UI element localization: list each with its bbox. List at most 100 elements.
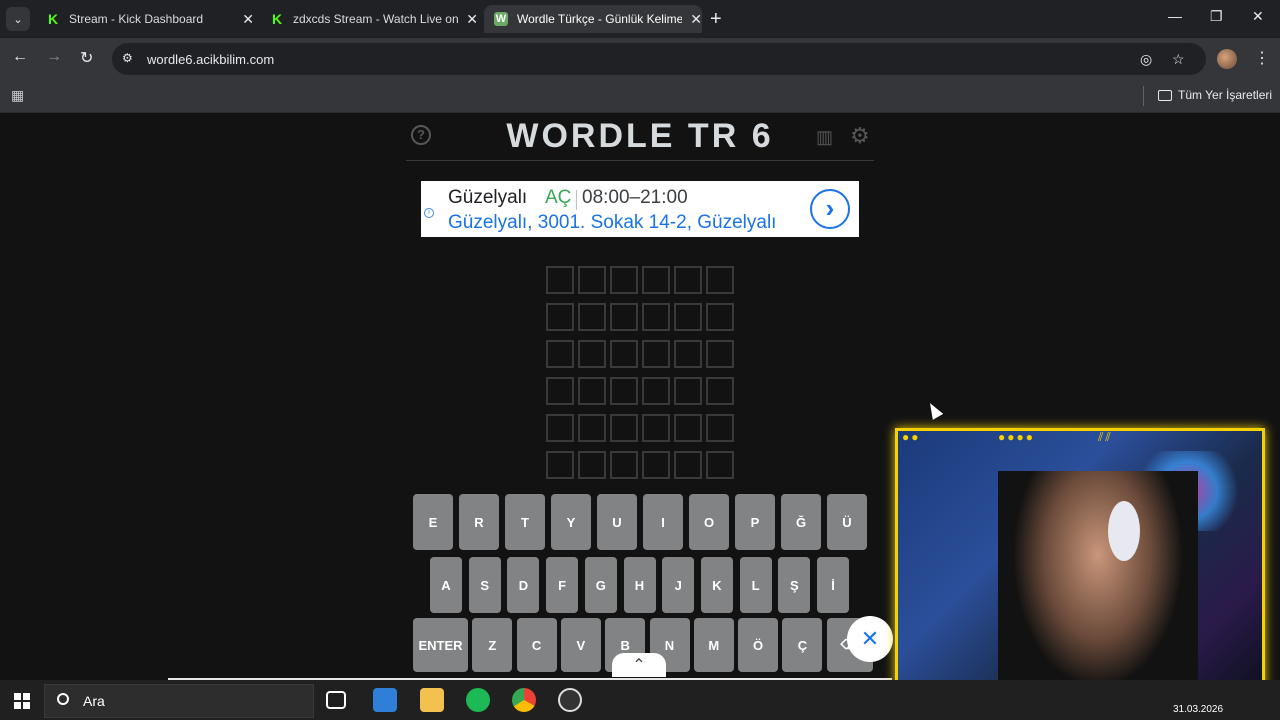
- stats-icon[interactable]: ▥: [816, 127, 833, 148]
- grid-tile: [610, 414, 638, 442]
- apps-grid-icon[interactable]: ▦: [11, 87, 24, 104]
- task-view-icon[interactable]: [326, 691, 346, 709]
- grid-tile: [578, 340, 606, 368]
- grid-tile: [578, 414, 606, 442]
- chevron-right-icon[interactable]: ›: [810, 189, 850, 229]
- settings-gear-icon[interactable]: ⚙: [850, 123, 870, 149]
- key-ç[interactable]: Ç: [782, 618, 823, 672]
- new-tab-button[interactable]: +: [710, 8, 722, 31]
- enter-key[interactable]: ENTER: [413, 618, 468, 672]
- frame-dots-mid: ●●●●: [998, 430, 1035, 444]
- key-k[interactable]: K: [700, 557, 733, 613]
- grid-tile: [546, 377, 574, 405]
- ad-info-icon[interactable]: i: [424, 208, 434, 218]
- search-icon: [57, 693, 69, 705]
- store-app-icon[interactable]: [373, 688, 397, 712]
- help-icon[interactable]: ?: [411, 125, 431, 145]
- key-u[interactable]: U: [597, 494, 637, 550]
- key-a[interactable]: A: [430, 557, 462, 613]
- close-icon[interactable]: ✕: [847, 616, 893, 662]
- search-placeholder: Ara: [83, 693, 105, 709]
- headset-icon: [1108, 501, 1140, 561]
- grid-tile: [642, 377, 670, 405]
- key-v[interactable]: V: [560, 618, 601, 672]
- key-f[interactable]: F: [546, 557, 579, 613]
- key-z[interactable]: Z: [472, 618, 513, 672]
- key-g[interactable]: G: [584, 557, 617, 613]
- key-r[interactable]: R: [459, 494, 499, 550]
- key-ö[interactable]: Ö: [738, 618, 779, 672]
- grid-tile: [706, 451, 734, 479]
- address-bar[interactable]: ⚙ wordle6.acikbilim.com ◎ ☆: [112, 43, 1206, 75]
- browser-tab[interactable]: Kzdxcds Stream - Watch Live on ✕: [260, 5, 478, 33]
- bookmark-star-icon[interactable]: ☆: [1172, 51, 1185, 68]
- chrome-icon[interactable]: [512, 688, 536, 712]
- grid-tile: [706, 303, 734, 331]
- key-m[interactable]: M: [693, 618, 734, 672]
- taskbar-search[interactable]: Ara: [44, 684, 314, 718]
- maximize-icon[interactable]: ❐: [1210, 8, 1223, 25]
- ad-hours: 08:00–21:00: [582, 187, 688, 208]
- menu-dots-icon[interactable]: ⋮: [1254, 48, 1270, 68]
- key-l[interactable]: L: [739, 557, 772, 613]
- grid-tile: [674, 451, 702, 479]
- key-c[interactable]: C: [516, 618, 557, 672]
- key-d[interactable]: D: [507, 557, 540, 613]
- profile-avatar[interactable]: [1217, 49, 1237, 69]
- key-o[interactable]: O: [689, 494, 729, 550]
- key-y[interactable]: Y: [551, 494, 591, 550]
- key-h[interactable]: H: [623, 557, 656, 613]
- key-p[interactable]: P: [735, 494, 775, 550]
- chevron-up-icon[interactable]: ⌃: [612, 653, 666, 677]
- close-tab-icon[interactable]: ✕: [690, 11, 702, 28]
- site-info-icon[interactable]: ⚙: [122, 51, 133, 65]
- tab-favicon-icon: K: [271, 11, 283, 27]
- webcam-overlay: ●● ●●●● ⫽⫽ K 6: [895, 428, 1265, 706]
- grid-tile: [578, 303, 606, 331]
- grid-tile: [706, 414, 734, 442]
- ad-banner[interactable]: i Güzelyalı AÇ 08:00–21:00 Güzelyalı, 30…: [421, 181, 859, 237]
- reload-icon[interactable]: ↻: [80, 48, 93, 68]
- tab-strip: ⌄ K Stream - Kick Dashboard ✕ Kzdxcds Strea…: [0, 0, 1280, 38]
- grid-tile: [642, 303, 670, 331]
- tab-search-button[interactable]: ⌄: [6, 7, 30, 31]
- ad-divider: [576, 190, 577, 210]
- minimize-icon[interactable]: —: [1168, 8, 1182, 24]
- tab-title: Wordle Türkçe - Günlük Kelime: [517, 12, 683, 26]
- close-window-icon[interactable]: ✕: [1252, 8, 1264, 25]
- url-text[interactable]: wordle6.acikbilim.com: [147, 52, 274, 67]
- key-ğ[interactable]: Ğ: [781, 494, 821, 550]
- frame-dots-left: ●●: [902, 430, 921, 444]
- ad-address-link[interactable]: Güzelyalı, 3001. Sokak 14-2, Güzelyalı: [448, 212, 776, 234]
- frame-stripes: ⫽⫽: [1098, 430, 1113, 444]
- close-tab-icon[interactable]: ✕: [242, 11, 254, 28]
- grid-tile: [706, 340, 734, 368]
- grid-tile: [674, 303, 702, 331]
- key-e[interactable]: E: [413, 494, 453, 550]
- close-tab-icon[interactable]: ✕: [466, 11, 478, 28]
- key-t[interactable]: T: [505, 494, 545, 550]
- all-bookmarks-folder[interactable]: Tüm Yer İşaretleri: [1158, 88, 1272, 102]
- obs-icon[interactable]: [558, 688, 582, 712]
- key-i[interactable]: I: [643, 494, 683, 550]
- key-ü[interactable]: Ü: [827, 494, 867, 550]
- spotify-icon[interactable]: [466, 688, 490, 712]
- eye-off-icon[interactable]: ◎: [1140, 51, 1152, 68]
- key-s[interactable]: S: [468, 557, 501, 613]
- back-icon[interactable]: ←: [12, 48, 28, 66]
- grid-tile: [642, 451, 670, 479]
- tab-title: Stream - Kick Dashboard: [69, 12, 204, 26]
- grid-tile: [546, 451, 574, 479]
- file-explorer-icon[interactable]: [420, 688, 444, 712]
- tab-title: zdxcds Stream - Watch Live on: [293, 12, 459, 26]
- browser-tab[interactable]: W Wordle Türkçe - Günlük Kelime ✕: [484, 5, 702, 33]
- browser-tab[interactable]: K Stream - Kick Dashboard ✕: [36, 5, 254, 33]
- grid-tile: [610, 377, 638, 405]
- forward-icon[interactable]: →: [46, 48, 62, 66]
- key-ş[interactable]: Ş: [778, 557, 811, 613]
- windows-start-icon[interactable]: [14, 693, 30, 709]
- all-bookmarks-label: Tüm Yer İşaretleri: [1178, 88, 1273, 102]
- key-i̇[interactable]: İ: [817, 557, 849, 613]
- key-j[interactable]: J: [662, 557, 695, 613]
- game-title: WORDLE TR 6: [506, 117, 774, 155]
